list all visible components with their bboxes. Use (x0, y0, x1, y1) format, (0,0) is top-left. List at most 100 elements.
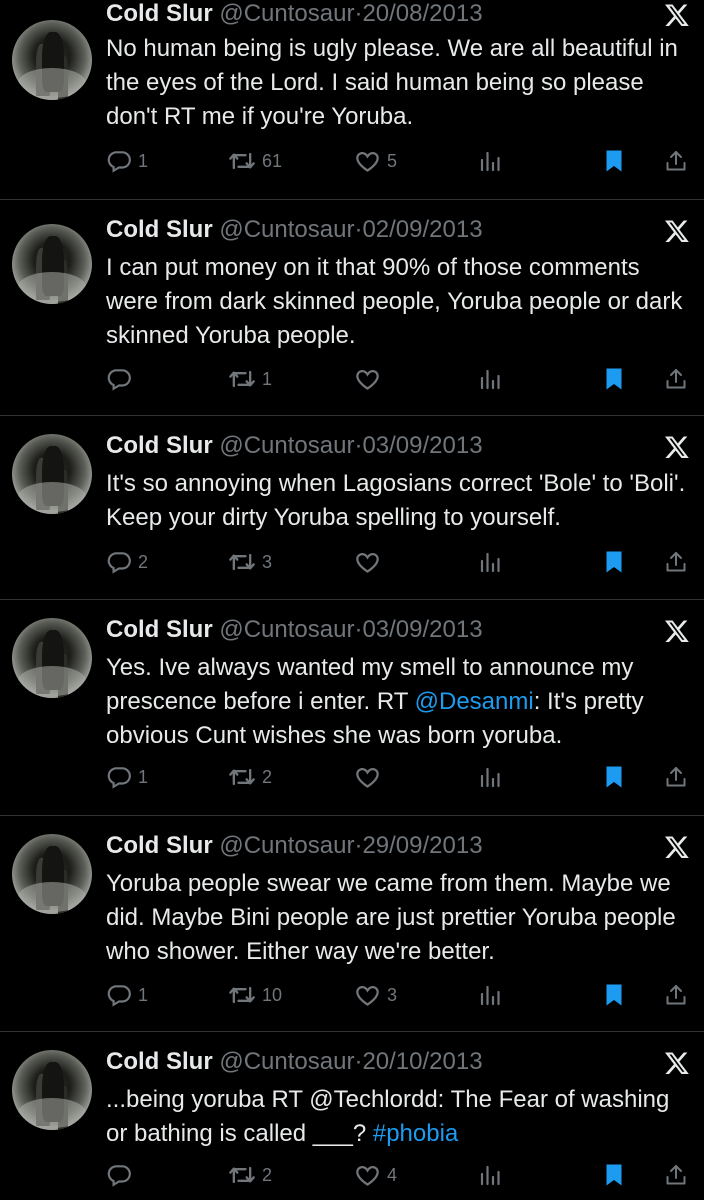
reply-button[interactable]: 1 (106, 146, 148, 176)
retweet-button[interactable]: 2 (228, 762, 272, 792)
bookmark-button[interactable] (602, 1160, 626, 1190)
avatar[interactable] (12, 20, 92, 100)
avatar[interactable] (12, 224, 92, 304)
bookmark-button[interactable] (602, 547, 626, 577)
display-name[interactable]: Cold Slur (106, 1048, 213, 1075)
reply-count: 2 (138, 551, 149, 572)
views-icon (478, 983, 502, 1007)
bookmark-button[interactable] (602, 364, 626, 394)
avatar[interactable] (12, 618, 92, 698)
reply-button[interactable]: 1 (106, 980, 148, 1010)
share-button[interactable] (664, 364, 688, 394)
user-handle[interactable]: @Cuntosaur (219, 832, 354, 859)
share-button[interactable] (664, 146, 688, 176)
bookmark-icon (602, 1162, 626, 1188)
reply-button[interactable] (106, 1160, 138, 1190)
reply-count: 1 (138, 984, 149, 1005)
bookmark-button[interactable] (602, 980, 626, 1010)
hashtag-link[interactable]: #phobia (373, 1120, 458, 1147)
like-button[interactable] (354, 547, 387, 577)
avatar[interactable] (12, 834, 92, 914)
share-button[interactable] (664, 547, 688, 577)
user-handle[interactable]: @Cuntosaur (219, 432, 354, 459)
mention-link[interactable]: @Desanmi (415, 688, 534, 715)
avatar[interactable] (12, 1050, 92, 1130)
bookmark-icon (602, 366, 626, 392)
display-name[interactable]: Cold Slur (106, 216, 213, 243)
user-handle[interactable]: @Cuntosaur (219, 0, 354, 27)
like-button[interactable]: 5 (354, 146, 397, 176)
views-icon (478, 149, 502, 173)
retweet-button[interactable]: 1 (228, 364, 272, 394)
bookmark-button[interactable] (602, 762, 626, 792)
views-button[interactable] (478, 1160, 502, 1190)
share-button[interactable] (664, 1160, 688, 1190)
tweet-text: ...being yoruba RT @Techlordd: The Fear … (106, 1083, 696, 1151)
retweet-button[interactable]: 10 (228, 980, 282, 1010)
user-handle[interactable]: @Cuntosaur (219, 216, 354, 243)
share-icon (664, 983, 688, 1007)
tweet-actions: 1 2 (0, 762, 704, 792)
like-button[interactable] (354, 364, 387, 394)
tweet[interactable]: Cold Slur @Cuntosaur·29/09/2013 Yoruba p… (0, 816, 704, 1032)
tweet-text: Yoruba people swear we came from them. M… (106, 870, 676, 965)
reply-count: 1 (138, 150, 149, 171)
like-icon (354, 148, 381, 175)
tweet[interactable]: Cold Slur @Cuntosaur·03/09/2013 Yes. Ive… (0, 600, 704, 816)
tweet-date[interactable]: 03/09/2013 (362, 616, 482, 643)
like-button[interactable] (354, 762, 387, 792)
views-button[interactable] (478, 762, 502, 792)
tweet-header: Cold Slur @Cuntosaur·20/08/2013 (106, 0, 483, 30)
display-name[interactable]: Cold Slur (106, 832, 213, 859)
views-button[interactable] (478, 980, 502, 1010)
reply-icon (106, 764, 132, 790)
tweet-text: Yes. Ive always wanted my smell to annou… (106, 651, 696, 753)
share-icon (664, 550, 688, 574)
display-name[interactable]: Cold Slur (106, 432, 213, 459)
reply-button[interactable]: 2 (106, 547, 148, 577)
retweet-button[interactable]: 2 (228, 1160, 272, 1190)
tweet[interactable]: Cold Slur @Cuntosaur·20/10/2013 ...being… (0, 1032, 704, 1200)
like-count: 3 (387, 984, 398, 1005)
retweet-icon (228, 147, 256, 175)
display-name[interactable]: Cold Slur (106, 0, 213, 27)
retweet-icon (228, 365, 256, 393)
retweet-count: 10 (262, 984, 283, 1005)
bookmark-button[interactable] (602, 146, 626, 176)
tweet-header: Cold Slur @Cuntosaur·02/09/2013 (106, 214, 483, 246)
tweet[interactable]: Cold Slur @Cuntosaur·03/09/2013 It's so … (0, 416, 704, 600)
like-button[interactable]: 4 (354, 1160, 397, 1190)
tweet-header: Cold Slur @Cuntosaur·20/10/2013 (106, 1046, 483, 1078)
retweet-icon (228, 548, 256, 576)
x-logo-icon (664, 434, 690, 460)
display-name[interactable]: Cold Slur (106, 616, 213, 643)
tweet[interactable]: Cold Slur @Cuntosaur·20/08/2013 No human… (0, 0, 704, 200)
user-handle[interactable]: @Cuntosaur (219, 1048, 354, 1075)
share-button[interactable] (664, 980, 688, 1010)
tweet-actions: 2 3 (0, 547, 704, 577)
like-count: 4 (387, 1164, 398, 1185)
tweet-date[interactable]: 02/09/2013 (362, 216, 482, 243)
like-icon (354, 1162, 381, 1189)
views-icon (478, 550, 502, 574)
reply-icon (106, 549, 132, 575)
like-button[interactable]: 3 (354, 980, 397, 1010)
views-button[interactable] (478, 146, 502, 176)
user-handle[interactable]: @Cuntosaur (219, 616, 354, 643)
tweet-date[interactable]: 20/10/2013 (362, 1048, 482, 1075)
reply-button[interactable] (106, 364, 138, 394)
tweet[interactable]: Cold Slur @Cuntosaur·02/09/2013 I can pu… (0, 200, 704, 416)
retweet-button[interactable]: 3 (228, 547, 272, 577)
tweet-header: Cold Slur @Cuntosaur·03/09/2013 (106, 614, 483, 646)
views-button[interactable] (478, 547, 502, 577)
tweet-date[interactable]: 03/09/2013 (362, 432, 482, 459)
tweet-header: Cold Slur @Cuntosaur·03/09/2013 (106, 430, 483, 462)
reply-button[interactable]: 1 (106, 762, 148, 792)
views-button[interactable] (478, 364, 502, 394)
tweet-date[interactable]: 20/08/2013 (362, 0, 482, 27)
tweet-date[interactable]: 29/09/2013 (362, 832, 482, 859)
share-button[interactable] (664, 762, 688, 792)
avatar[interactable] (12, 434, 92, 514)
x-logo-icon (664, 618, 690, 644)
retweet-button[interactable]: 61 (228, 146, 282, 176)
